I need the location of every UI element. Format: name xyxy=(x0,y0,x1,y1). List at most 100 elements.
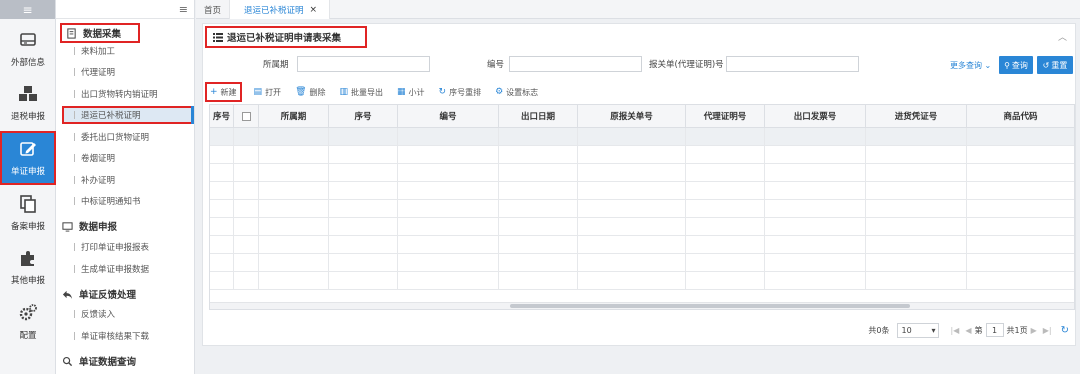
table-row[interactable] xyxy=(210,254,1074,272)
column-header[interactable]: 进货凭证号 xyxy=(866,105,967,127)
nav-item-agency-certificate[interactable]: 代理证明 xyxy=(74,63,195,81)
nav-item-export-to-domestic[interactable]: 出口货物转内销证明 xyxy=(74,85,195,103)
nav-item-returned-tax-certificate[interactable]: 退运已补税证明 xyxy=(62,106,194,124)
table-cell xyxy=(259,146,329,163)
column-header[interactable]: 所属期 xyxy=(259,105,329,127)
table-row[interactable] xyxy=(210,128,1074,146)
set-flag-button[interactable]: ⚙ 设置标志 xyxy=(495,84,538,100)
batch-export-button[interactable]: ▥ 批量导出 xyxy=(340,84,384,100)
close-icon[interactable]: × xyxy=(310,5,318,15)
nav-group-feedback[interactable]: 单证反馈处理 xyxy=(56,284,195,304)
table-cell xyxy=(578,164,686,181)
more-query-link[interactable]: 更多查询 ⌄ xyxy=(950,60,991,71)
table-row[interactable] xyxy=(210,146,1074,164)
data-grid: 序号 所属期 序号 编号 出口日期 原报关单号 代理证明号 出口发票号 进货凭证… xyxy=(209,104,1075,310)
refresh-icon: ↻ xyxy=(438,87,447,97)
table-cell xyxy=(578,236,686,253)
customs-input[interactable] xyxy=(725,56,859,72)
rail-item-label: 退税申报 xyxy=(10,112,45,122)
horizontal-scrollbar[interactable] xyxy=(210,302,1074,309)
tab-bar: 首页 退运已补税证明 × xyxy=(196,0,1080,19)
nav-group-data-collection[interactable]: 数据采集 xyxy=(60,23,140,43)
scrollbar-thumb[interactable] xyxy=(510,304,910,308)
nav-item-generate-data[interactable]: 生成单证申报数据 xyxy=(74,260,195,278)
table-row[interactable] xyxy=(210,200,1074,218)
subnav-header: ≡ xyxy=(56,0,194,19)
renumber-button[interactable]: ↻ 序号重排 xyxy=(439,84,482,100)
open-button[interactable]: ▤ 打开 xyxy=(254,84,282,100)
subtotal-button[interactable]: ▦ 小计 xyxy=(397,84,425,100)
nav-item-entrusted-export[interactable]: 委托出口货物证明 xyxy=(74,128,195,146)
query-button[interactable]: ⚲ 查询 xyxy=(999,56,1033,74)
table-cell xyxy=(578,272,686,289)
page-size-select[interactable]: 10 ▾ xyxy=(897,322,940,338)
nav-item-tobacco-certificate[interactable]: 卷烟证明 xyxy=(74,149,195,167)
tab-home[interactable]: 首页 xyxy=(196,0,231,19)
nav-item-processing[interactable]: 来料加工 xyxy=(74,42,195,60)
column-header[interactable]: 出口发票号 xyxy=(765,105,866,127)
number-input[interactable] xyxy=(509,56,643,72)
column-header[interactable]: 出口日期 xyxy=(499,105,578,127)
column-header[interactable]: 序号 xyxy=(329,105,398,127)
rail-item-tax-refund[interactable]: 退税申报 xyxy=(0,76,56,130)
table-row[interactable] xyxy=(210,182,1074,200)
table-cell xyxy=(234,236,259,253)
table-row[interactable] xyxy=(210,164,1074,182)
table-cell xyxy=(578,182,686,199)
table-row[interactable] xyxy=(210,236,1074,254)
column-header[interactable]: 序号 xyxy=(210,105,234,127)
nav-item-feedback-import[interactable]: 反馈读入 xyxy=(74,305,195,323)
table-cell xyxy=(686,128,765,145)
left-icon-rail: ≡ 外部信息 退税申报 单证申报 备案申报 其他申报 配置 xyxy=(0,0,56,374)
table-cell xyxy=(259,200,329,217)
table-cell xyxy=(866,200,967,217)
column-header[interactable]: 代理证明号 xyxy=(686,105,765,127)
rail-item-document-declaration[interactable]: 单证申报 xyxy=(0,131,56,185)
rail-item-record-declaration[interactable]: 备案申报 xyxy=(0,186,56,240)
delete-button[interactable]: 🗑 删除 xyxy=(295,84,325,100)
column-header[interactable]: 原报关单号 xyxy=(578,105,686,127)
table-row[interactable] xyxy=(210,272,1074,290)
customs-label: 报关单(代理证明)号 xyxy=(649,60,724,70)
rail-item-config[interactable]: 配置 xyxy=(0,295,56,349)
refresh-icon[interactable]: ↻ xyxy=(1061,325,1069,336)
new-button[interactable]: + 新建 xyxy=(205,82,242,102)
nav-group-data-query[interactable]: 单证数据查询 xyxy=(56,351,195,371)
table-cell xyxy=(967,182,1074,199)
grid-header: 序号 所属期 序号 编号 出口日期 原报关单号 代理证明号 出口发票号 进货凭证… xyxy=(210,105,1074,128)
collapse-menu-icon[interactable]: ≡ xyxy=(179,3,188,16)
table-cell xyxy=(259,182,329,199)
open-icon: ▤ xyxy=(253,87,263,97)
last-page-icon[interactable]: ▶| xyxy=(1043,326,1052,335)
nav-group-data-declaration[interactable]: 数据申报 xyxy=(56,216,195,236)
first-page-icon[interactable]: |◀ xyxy=(950,326,959,335)
table-cell xyxy=(499,164,578,181)
plus-icon: + xyxy=(210,87,218,97)
page-number-input[interactable]: 1 xyxy=(985,323,1004,337)
table-cell xyxy=(686,272,765,289)
table-cell xyxy=(578,218,686,235)
tab-returned-tax-certificate[interactable]: 退运已补税证明 × xyxy=(230,0,331,19)
prev-page-icon[interactable]: ◀ xyxy=(965,326,971,335)
table-cell xyxy=(234,200,259,217)
copy-icon xyxy=(20,195,36,213)
chevron-up-icon[interactable]: ︿ xyxy=(1058,30,1067,43)
rail-item-other-declaration[interactable]: 其他申报 xyxy=(0,240,56,294)
nav-item-bid-notice[interactable]: 中标证明通知书 xyxy=(74,192,195,210)
column-header[interactable]: 商品代码 xyxy=(967,105,1074,127)
nav-item-print-report[interactable]: 打印单证申报报表 xyxy=(74,238,195,256)
menu-toggle-button[interactable]: ≡ xyxy=(0,0,55,19)
rail-item-external-info[interactable]: 外部信息 xyxy=(0,22,56,76)
select-all-checkbox[interactable] xyxy=(241,111,251,121)
table-cell xyxy=(259,272,329,289)
period-input[interactable] xyxy=(296,56,430,72)
table-cell xyxy=(234,254,259,271)
reset-button[interactable]: ↺ 重置 xyxy=(1037,56,1073,74)
table-cell xyxy=(578,254,686,271)
nav-item-audit-download[interactable]: 单证审核结果下载 xyxy=(74,327,195,345)
toolbar: + 新建 ▤ 打开 🗑 删除 ▥ 批量导出 ▦ 小计 ↻ 序号重排 ⚙ 设置标志 xyxy=(205,82,552,102)
table-row[interactable] xyxy=(210,218,1074,236)
next-page-icon[interactable]: ▶ xyxy=(1031,326,1037,335)
column-header[interactable]: 编号 xyxy=(398,105,499,127)
nav-item-reissue-certificate[interactable]: 补办证明 xyxy=(74,171,195,189)
